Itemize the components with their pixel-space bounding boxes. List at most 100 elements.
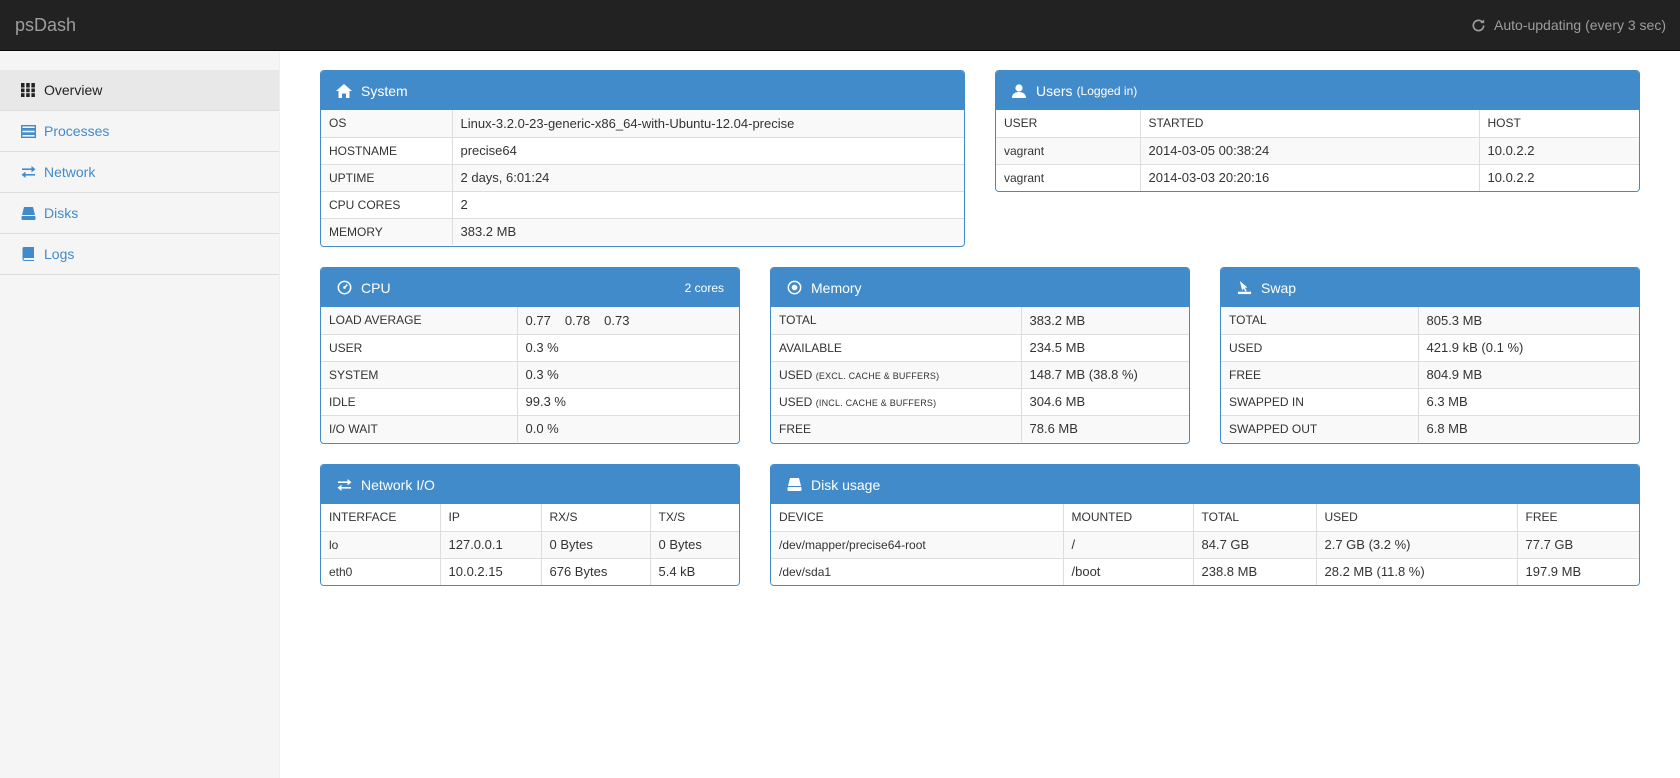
system-value: 383.2 MB bbox=[451, 217, 964, 245]
table-row: /dev/sda1 /boot 238.8 MB 28.2 MB (11.8 %… bbox=[771, 557, 1639, 585]
table-row: USER 0.3 % bbox=[321, 333, 739, 361]
system-value: 2 days, 6:01:24 bbox=[451, 163, 964, 191]
table-row: FREE 78.6 MB bbox=[771, 414, 1189, 442]
sidebar-item-overview[interactable]: Overview bbox=[0, 70, 279, 111]
panel-title: Users bbox=[1036, 82, 1073, 99]
column-header: RX/S bbox=[540, 504, 650, 531]
ip-cell: 127.0.0.1 bbox=[439, 530, 541, 558]
sidebar-item-label: Logs bbox=[44, 246, 75, 262]
memory-key: TOTAL bbox=[771, 307, 1021, 334]
total-cell: 238.8 MB bbox=[1192, 557, 1316, 585]
memory-value: 383.2 MB bbox=[1020, 307, 1189, 334]
used-cell: 28.2 MB (11.8 %) bbox=[1315, 557, 1517, 585]
transfer-icon bbox=[336, 477, 352, 493]
disks-table: DEVICE MOUNTED TOTAL USED FREE /dev/mapp… bbox=[771, 504, 1639, 585]
memory-key-label: AVAILABLE bbox=[779, 340, 842, 355]
device-cell: /dev/mapper/precise64-root bbox=[771, 530, 1063, 558]
ip-cell: 10.0.2.15 bbox=[439, 557, 541, 585]
device-cell: /dev/sda1 bbox=[771, 557, 1063, 585]
memory-key-label: TOTAL bbox=[779, 313, 817, 328]
started-cell: 2014-03-05 00:38:24 bbox=[1139, 136, 1479, 164]
brand-link[interactable]: psDash bbox=[15, 0, 76, 50]
cpu-key: LOAD AVERAGE bbox=[321, 307, 517, 334]
panel-heading: Network I/O bbox=[321, 465, 739, 504]
memory-key-label: USED bbox=[779, 394, 813, 409]
mounted-cell: /boot bbox=[1062, 557, 1193, 585]
system-key: CPU CORES bbox=[321, 190, 452, 218]
column-header: HOST bbox=[1478, 110, 1639, 137]
memory-key-note: (EXCL. CACHE & BUFFERS) bbox=[815, 370, 940, 381]
panel-subtitle: (Logged in) bbox=[1076, 83, 1138, 98]
table-row: vagrant 2014-03-05 00:38:24 10.0.2.2 bbox=[996, 136, 1639, 164]
sidebar-item-logs[interactable]: Logs bbox=[0, 234, 279, 275]
home-icon bbox=[336, 83, 352, 99]
column-header: IP bbox=[439, 504, 541, 531]
panel-heading: System bbox=[321, 71, 964, 110]
disk-usage-panel: Disk usage DEVICE MOUNTED TOTAL USED FRE… bbox=[770, 464, 1640, 586]
sidebar-item-label: Overview bbox=[44, 82, 103, 98]
system-value: 2 bbox=[451, 190, 964, 218]
system-value: precise64 bbox=[451, 136, 964, 164]
mounted-cell: / bbox=[1062, 530, 1193, 558]
swap-value: 805.3 MB bbox=[1417, 307, 1639, 334]
column-header: USED bbox=[1315, 504, 1517, 531]
started-cell: 2014-03-03 20:20:16 bbox=[1139, 163, 1479, 191]
swap-key: SWAPPED IN bbox=[1221, 387, 1418, 415]
host-cell: 10.0.2.2 bbox=[1478, 163, 1639, 191]
used-cell: 2.7 GB (3.2 %) bbox=[1315, 530, 1517, 558]
load-15: 0.73 bbox=[604, 312, 630, 328]
load-1: 0.77 bbox=[525, 312, 551, 328]
memory-key: FREE bbox=[771, 414, 1021, 442]
cpu-key: SYSTEM bbox=[321, 360, 517, 388]
cpu-key: IDLE bbox=[321, 387, 517, 415]
memory-panel: Memory TOTAL 383.2 MB AVAILABLE 234.5 MB U… bbox=[770, 267, 1190, 444]
rx-cell: 0 Bytes bbox=[540, 530, 650, 558]
sidebar-item-disks[interactable]: Disks bbox=[0, 193, 279, 234]
column-header: STARTED bbox=[1139, 110, 1479, 137]
table-row: UPTIME 2 days, 6:01:24 bbox=[321, 163, 964, 191]
table-row: USED 421.9 kB (0.1 %) bbox=[1221, 333, 1639, 361]
users-panel: Users (Logged in) USER STARTED HOST vagr… bbox=[995, 70, 1640, 192]
table-row: USED (EXCL. CACHE & BUFFERS) 148.7 MB (38… bbox=[771, 360, 1189, 388]
panel-title: Network I/O bbox=[361, 476, 435, 493]
interface-cell: lo bbox=[321, 530, 440, 558]
cpu-value: 0.0 % bbox=[516, 414, 739, 442]
memory-value: 304.6 MB bbox=[1020, 387, 1189, 415]
network-table: INTERFACE IP RX/S TX/S lo 127.0.0.1 0 By… bbox=[321, 504, 739, 585]
memory-key-label: FREE bbox=[779, 421, 812, 436]
auto-update-status[interactable]: Auto-updating (every 3 sec) bbox=[1471, 0, 1666, 50]
panel-heading: CPU 2 cores bbox=[321, 268, 739, 307]
cpu-table: LOAD AVERAGE 0.77 0.78 0.73 USER 0.3 % SYST… bbox=[321, 307, 739, 442]
sidebar-item-label: Processes bbox=[44, 123, 110, 139]
sidebar-item-network[interactable]: Network bbox=[0, 152, 279, 193]
column-header: USER bbox=[996, 110, 1140, 137]
panel-title: Disk usage bbox=[811, 476, 881, 493]
swap-table: TOTAL 805.3 MB USED 421.9 kB (0.1 %) FREE 8… bbox=[1221, 307, 1639, 442]
user-cell: vagrant bbox=[996, 163, 1140, 191]
swap-value: 421.9 kB (0.1 %) bbox=[1417, 333, 1639, 361]
system-key: MEMORY bbox=[321, 217, 452, 245]
panel-heading: Swap bbox=[1221, 268, 1639, 307]
column-header: FREE bbox=[1516, 504, 1639, 531]
table-row: SYSTEM 0.3 % bbox=[321, 360, 739, 388]
table-row: LOAD AVERAGE 0.77 0.78 0.73 bbox=[321, 307, 739, 334]
sidebar-item-processes[interactable]: Processes bbox=[0, 111, 279, 152]
table-row: lo 127.0.0.1 0 Bytes 0 Bytes bbox=[321, 530, 739, 558]
load-average-values: 0.77 0.78 0.73 bbox=[516, 307, 739, 334]
memory-value: 148.7 MB (38.8 %) bbox=[1020, 360, 1189, 388]
hdd-icon bbox=[20, 206, 36, 220]
system-table: OS Linux-3.2.0-23-generic-x86_64-with-Ubu… bbox=[321, 110, 964, 245]
record-icon bbox=[786, 280, 802, 296]
book-icon bbox=[20, 247, 36, 261]
column-header: DEVICE bbox=[771, 504, 1063, 531]
table-row: USED (INCL. CACHE & BUFFERS) 304.6 MB bbox=[771, 387, 1189, 415]
panel-heading: Users (Logged in) bbox=[996, 71, 1639, 110]
cpu-key: USER bbox=[321, 333, 517, 361]
table-row: IDLE 99.3 % bbox=[321, 387, 739, 415]
column-header: TOTAL bbox=[1192, 504, 1316, 531]
memory-key: USED (INCL. CACHE & BUFFERS) bbox=[771, 387, 1021, 415]
cpu-panel: CPU 2 cores LOAD AVERAGE 0.77 0.78 0.73 US… bbox=[320, 267, 740, 444]
table-header-row: INTERFACE IP RX/S TX/S bbox=[321, 504, 739, 531]
panel-heading: Memory bbox=[771, 268, 1189, 307]
free-cell: 77.7 GB bbox=[1516, 530, 1639, 558]
